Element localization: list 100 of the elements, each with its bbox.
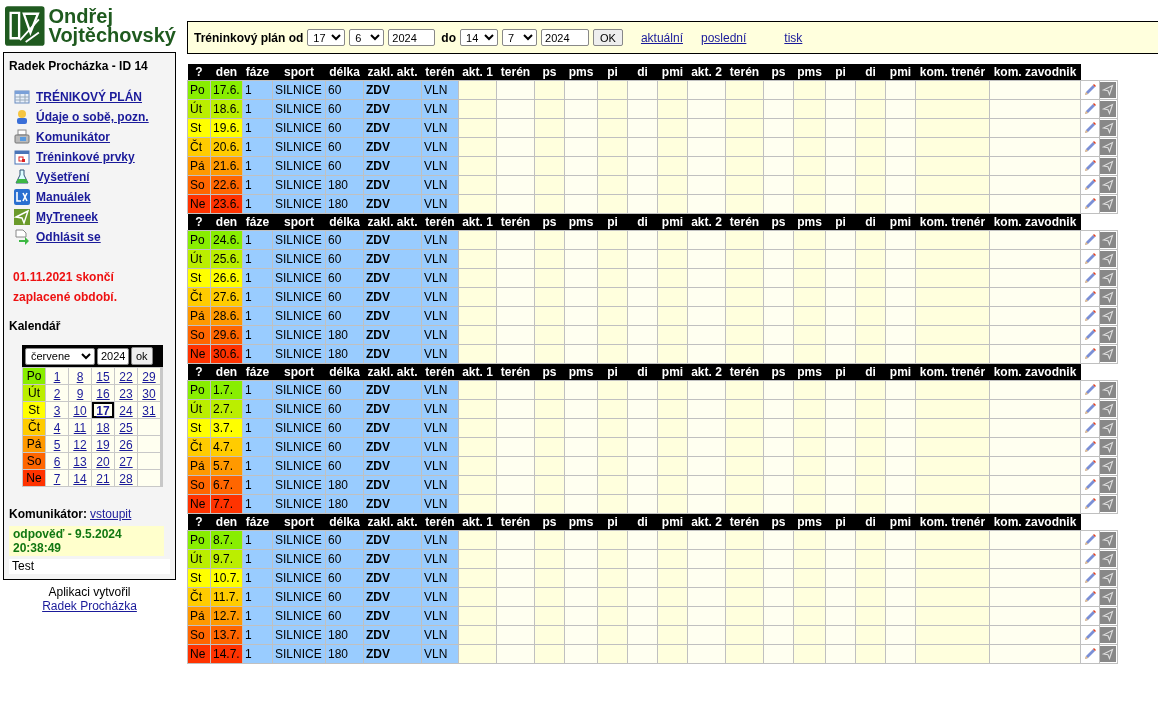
pencil-icon[interactable] bbox=[1082, 571, 1097, 585]
kite-icon[interactable] bbox=[1100, 589, 1117, 605]
kite-icon[interactable] bbox=[1100, 608, 1117, 624]
calendar-day[interactable]: 5 bbox=[46, 436, 68, 452]
pencil-icon[interactable] bbox=[1082, 121, 1097, 135]
pencil-icon[interactable] bbox=[1082, 459, 1097, 473]
pencil-icon[interactable] bbox=[1082, 533, 1097, 547]
calendar-day[interactable]: 22 bbox=[115, 368, 137, 384]
calendar-day[interactable]: 28 bbox=[115, 470, 137, 486]
kite-icon[interactable] bbox=[1100, 232, 1117, 248]
kite-icon[interactable] bbox=[1100, 327, 1117, 343]
communicator-link[interactable]: vstoupit bbox=[90, 505, 132, 523]
kite-icon[interactable] bbox=[1100, 120, 1117, 136]
calendar-day[interactable]: 31 bbox=[138, 402, 160, 418]
calendar-day[interactable]: 27 bbox=[115, 453, 137, 469]
calendar-day[interactable]: 24 bbox=[115, 402, 137, 418]
calendar-day[interactable]: 17 bbox=[92, 402, 114, 418]
menu-link[interactable]: Tréninkové prvky bbox=[14, 147, 170, 167]
kite-icon[interactable] bbox=[1100, 458, 1117, 474]
kite-icon[interactable] bbox=[1100, 251, 1117, 267]
pencil-icon[interactable] bbox=[1082, 271, 1097, 285]
calendar-day[interactable]: 20 bbox=[92, 453, 114, 469]
pencil-icon[interactable] bbox=[1082, 83, 1097, 97]
pencil-icon[interactable] bbox=[1082, 252, 1097, 266]
calendar-day[interactable]: 18 bbox=[92, 419, 114, 435]
kite-icon[interactable] bbox=[1100, 346, 1117, 362]
pencil-icon[interactable] bbox=[1082, 102, 1097, 116]
calendar-day[interactable]: 9 bbox=[69, 385, 91, 401]
pencil-icon[interactable] bbox=[1082, 233, 1097, 247]
kite-icon[interactable] bbox=[1100, 82, 1117, 98]
kite-icon[interactable] bbox=[1100, 308, 1117, 324]
toolbar-link[interactable]: tisk bbox=[784, 28, 803, 47]
kite-icon[interactable] bbox=[1100, 101, 1117, 117]
kite-icon[interactable] bbox=[1100, 439, 1117, 455]
pencil-icon[interactable] bbox=[1082, 647, 1097, 661]
kite-icon[interactable] bbox=[1100, 627, 1117, 643]
ok-button[interactable]: OK bbox=[593, 29, 623, 46]
calendar-day[interactable]: 7 bbox=[46, 470, 68, 486]
calendar-day[interactable]: 2 bbox=[46, 385, 68, 401]
menu-link[interactable]: Komunikátor bbox=[14, 127, 170, 147]
kite-icon[interactable] bbox=[1100, 158, 1117, 174]
menu-link[interactable]: Údaje o sobě, pozn. bbox=[14, 107, 170, 127]
pencil-icon[interactable] bbox=[1082, 328, 1097, 342]
pencil-icon[interactable] bbox=[1082, 140, 1097, 154]
calendar-day[interactable]: 21 bbox=[92, 470, 114, 486]
pencil-icon[interactable] bbox=[1082, 552, 1097, 566]
kite-icon[interactable] bbox=[1100, 177, 1117, 193]
pencil-icon[interactable] bbox=[1082, 440, 1097, 454]
pencil-icon[interactable] bbox=[1082, 628, 1097, 642]
pencil-icon[interactable] bbox=[1082, 159, 1097, 173]
menu-link[interactable]: MyTreneek bbox=[14, 207, 170, 227]
calendar-day[interactable]: 6 bbox=[46, 453, 68, 469]
to-month-select[interactable]: 7 bbox=[502, 29, 538, 46]
kite-icon[interactable] bbox=[1100, 570, 1117, 586]
pencil-icon[interactable] bbox=[1082, 309, 1097, 323]
calendar-day[interactable]: 12 bbox=[69, 436, 91, 452]
calendar-day[interactable]: 13 bbox=[69, 453, 91, 469]
kite-icon[interactable] bbox=[1100, 196, 1117, 212]
menu-link[interactable]: Odhlásit se bbox=[14, 227, 170, 247]
from-month-select[interactable]: 6 bbox=[349, 29, 385, 46]
month-select[interactable]: červene bbox=[25, 347, 95, 365]
author-link[interactable]: Radek Procházka bbox=[42, 599, 137, 613]
calendar-day[interactable]: 26 bbox=[115, 436, 137, 452]
toolbar-link[interactable]: poslední bbox=[700, 28, 747, 47]
pencil-icon[interactable] bbox=[1082, 402, 1097, 416]
kite-icon[interactable] bbox=[1100, 646, 1117, 662]
kite-icon[interactable] bbox=[1100, 382, 1117, 398]
calendar-day[interactable]: 30 bbox=[138, 385, 160, 401]
pencil-icon[interactable] bbox=[1082, 383, 1097, 397]
kite-icon[interactable] bbox=[1100, 401, 1117, 417]
pencil-icon[interactable] bbox=[1082, 197, 1097, 211]
menu-link[interactable]: Manuálek bbox=[14, 187, 170, 207]
from-day-select[interactable]: 17 bbox=[307, 29, 346, 46]
pencil-icon[interactable] bbox=[1082, 421, 1097, 435]
pencil-icon[interactable] bbox=[1082, 497, 1097, 511]
calendar-day[interactable]: 14 bbox=[69, 470, 91, 486]
kite-icon[interactable] bbox=[1100, 496, 1117, 512]
menu-link[interactable]: Vyšetření bbox=[14, 167, 170, 187]
calendar-day[interactable]: 16 bbox=[92, 385, 114, 401]
calendar-day[interactable]: 29 bbox=[138, 368, 160, 384]
calendar-ok-button[interactable]: ok bbox=[131, 347, 153, 365]
kite-icon[interactable] bbox=[1100, 551, 1117, 567]
pencil-icon[interactable] bbox=[1082, 590, 1097, 604]
calendar-day[interactable]: 19 bbox=[92, 436, 114, 452]
to-year-field[interactable]: 2024 bbox=[541, 29, 590, 46]
toolbar-link[interactable]: aktuální bbox=[640, 28, 683, 47]
pencil-icon[interactable] bbox=[1082, 609, 1097, 623]
calendar-day[interactable]: 1 bbox=[46, 368, 68, 384]
calendar-day[interactable]: 15 bbox=[92, 368, 114, 384]
calendar-day[interactable]: 25 bbox=[115, 419, 137, 435]
kite-icon[interactable] bbox=[1100, 532, 1117, 548]
kite-icon[interactable] bbox=[1100, 289, 1117, 305]
pencil-icon[interactable] bbox=[1082, 478, 1097, 492]
kite-icon[interactable] bbox=[1100, 139, 1117, 155]
from-year-field[interactable]: 2024 bbox=[388, 29, 436, 46]
calendar-day[interactable]: 3 bbox=[46, 402, 68, 418]
pencil-icon[interactable] bbox=[1082, 290, 1097, 304]
kite-icon[interactable] bbox=[1100, 270, 1117, 286]
calendar-day[interactable]: 10 bbox=[69, 402, 91, 418]
calendar-day[interactable]: 4 bbox=[46, 419, 68, 435]
